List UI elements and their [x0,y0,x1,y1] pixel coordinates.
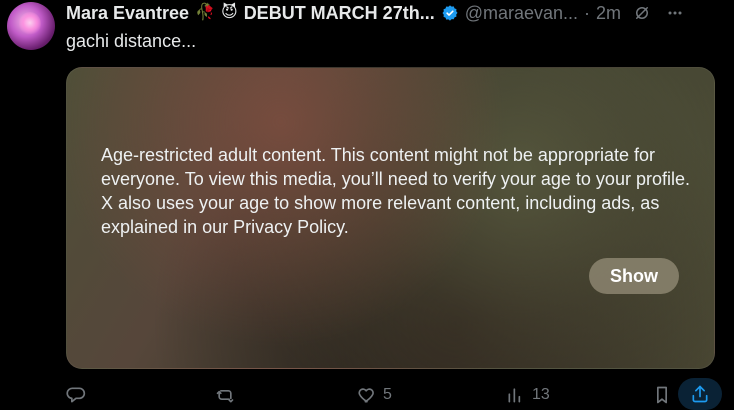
view-count: 13 [532,386,550,403]
devil-emoji: 😈 [221,4,238,21]
rose-emoji: 🥀 [195,4,215,21]
tweet-actions: 5 13 [66,378,726,410]
avatar[interactable] [7,2,55,50]
like-count: 5 [383,386,392,403]
views-button[interactable]: 13 [506,385,550,405]
bookmark-button[interactable] [652,385,672,405]
bookmark-icon [657,386,667,404]
tweet-time[interactable]: 2m [596,3,621,24]
tweet-text: gachi distance... [66,31,197,51]
views-icon [508,388,521,403]
grok-icon[interactable] [633,4,651,22]
share-icon [692,385,708,403]
author-tagline[interactable]: DEBUT MARCH 27th... [244,3,435,24]
reply-icon [66,387,86,403]
share-button[interactable] [678,378,722,410]
show-media-button[interactable]: Show [589,258,679,294]
like-button[interactable]: 5 [357,385,392,405]
retweet-button[interactable] [215,385,235,405]
heart-icon [358,388,374,403]
age-restricted-media[interactable]: Age-restricted adult content. This conte… [66,67,715,369]
author-name[interactable]: Mara Evantree [66,3,189,24]
retweet-icon [216,390,234,403]
more-icon[interactable] [665,3,685,23]
author-handle[interactable]: @maraevan... [465,3,578,24]
tweet-header: Mara Evantree 🥀 😈 DEBUT MARCH 27th... @m… [66,1,724,25]
reply-button[interactable] [66,385,86,405]
separator-dot: · [584,2,591,23]
verified-badge-icon [442,5,458,21]
age-warning-text: Age-restricted adult content. This conte… [101,145,690,237]
